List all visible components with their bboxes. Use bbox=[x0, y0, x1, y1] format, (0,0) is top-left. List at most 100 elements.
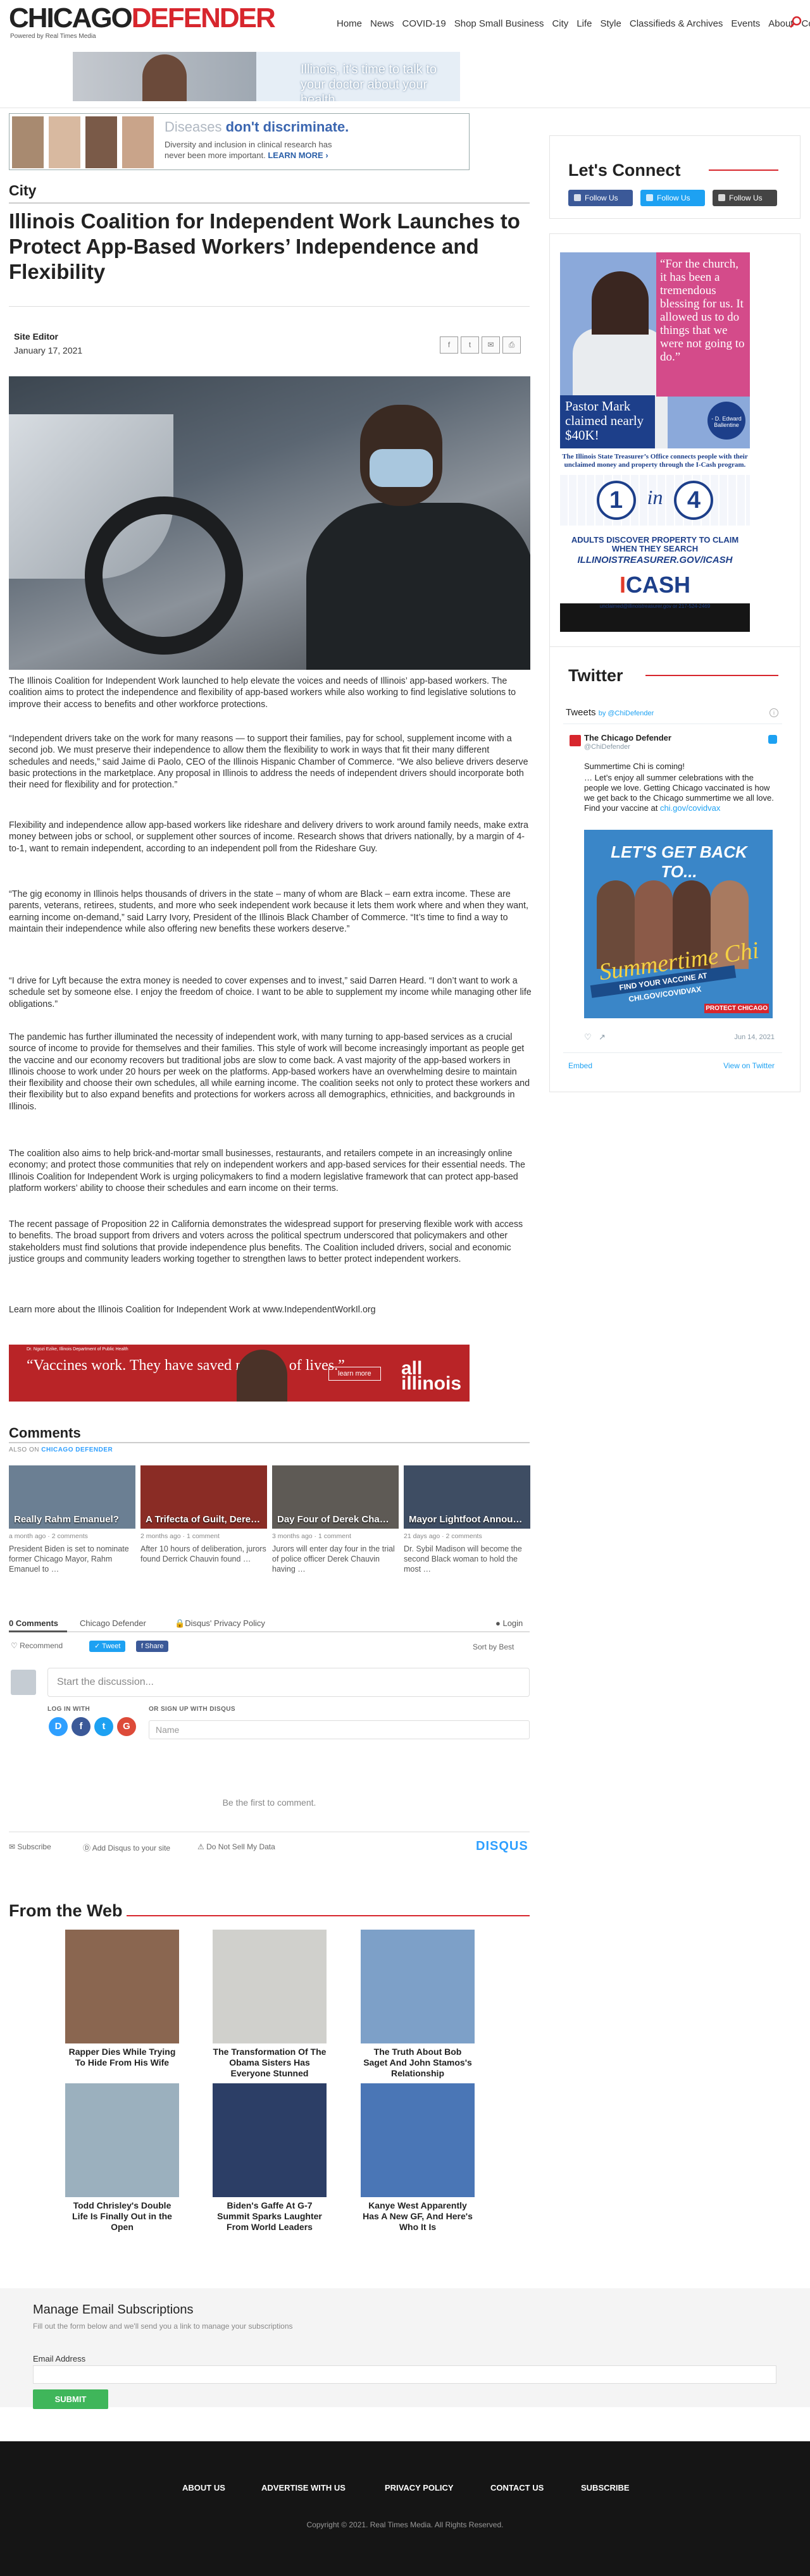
print-icon[interactable]: ⎙ bbox=[502, 336, 521, 354]
share-icon[interactable]: ↗ bbox=[599, 1032, 606, 1042]
share-buttons: f t ✉ ⎙ bbox=[440, 336, 521, 354]
related-card[interactable]: A Trifecta of Guilt, Derek Chauvin … 2 m… bbox=[140, 1465, 267, 1564]
tweet-author[interactable]: The Chicago Defender bbox=[584, 733, 671, 743]
nav-contact[interactable]: Contact bbox=[801, 18, 810, 29]
nav-life[interactable]: Life bbox=[576, 18, 592, 29]
avatar[interactable] bbox=[570, 735, 581, 746]
instagram-follow-button[interactable]: Follow Us bbox=[713, 190, 777, 206]
nav-style[interactable]: Style bbox=[601, 18, 621, 29]
title-underline bbox=[127, 1915, 530, 1916]
learn-more-button[interactable]: learn more bbox=[328, 1367, 381, 1381]
diversity-ad-banner[interactable]: Diseases don't discriminate. Diversity a… bbox=[9, 113, 470, 170]
disqus-logo[interactable]: DISQUS bbox=[476, 1839, 528, 1854]
submit-button[interactable]: SUBMIT bbox=[33, 2389, 108, 2409]
disqus-login-icon[interactable]: D bbox=[49, 1717, 68, 1736]
community-tab[interactable]: Chicago Defender bbox=[80, 1618, 146, 1628]
info-icon[interactable]: i bbox=[770, 708, 778, 717]
tweets-header: Tweets by @ChiDefender bbox=[566, 707, 654, 718]
related-card[interactable]: Mayor Lightfoot Announces Dr. Sybil … 21… bbox=[404, 1465, 530, 1574]
login-link[interactable]: ● Login bbox=[495, 1618, 523, 1628]
ad-url: ILLINOISTREASURER.GOV/ICASH bbox=[577, 555, 733, 565]
sort-dropdown[interactable]: Sort by Best bbox=[473, 1642, 514, 1651]
like-icon[interactable]: ♡ bbox=[584, 1032, 592, 1042]
tweet-image[interactable]: LET'S GET BACK TO... Summertime Chi FIND… bbox=[584, 830, 773, 1018]
card-text: Dr. Sybil Madison will become the second… bbox=[404, 1544, 522, 1574]
card-title: The Truth About Bob Saget And John Stamo… bbox=[363, 2047, 472, 2078]
ad-headline: Diseases don't discriminate. bbox=[165, 119, 349, 135]
do-not-sell-link[interactable]: ⚠ Do Not Sell My Data bbox=[197, 1842, 275, 1851]
facebook-login-icon[interactable]: f bbox=[72, 1717, 90, 1736]
title-underline bbox=[645, 675, 778, 676]
facebook-follow-button[interactable]: Follow Us bbox=[568, 190, 633, 206]
search-icon[interactable] bbox=[788, 15, 802, 29]
comment-input[interactable]: Start the discussion... bbox=[47, 1668, 530, 1697]
article-paragraph[interactable]: Learn more about the Illinois Coalition … bbox=[9, 1304, 532, 1316]
tweet-handle[interactable]: @ChiDefender bbox=[584, 743, 630, 751]
icash-ad[interactable]: “For the church, it has been a tremendou… bbox=[560, 252, 750, 632]
subscribe-link[interactable]: ✉ Subscribe bbox=[9, 1842, 51, 1851]
facebook-icon[interactable]: f bbox=[440, 336, 458, 354]
footer-advertise-link[interactable]: ADVERTISE WITH US bbox=[261, 2483, 346, 2493]
related-card[interactable]: Really Rahm Emanuel? a month ago · 2 com… bbox=[9, 1465, 135, 1574]
facebook-share-button[interactable]: f Share bbox=[136, 1641, 169, 1652]
nav-events[interactable]: Events bbox=[731, 18, 760, 29]
article-author[interactable]: Site Editor bbox=[14, 331, 58, 342]
empty-comments-text: Be the first to comment. bbox=[222, 1797, 316, 1808]
comment-count-tab[interactable]: 0 Comments bbox=[9, 1618, 58, 1628]
sponsored-card[interactable]: Biden's Gaffe At G-7 Summit Sparks Laugh… bbox=[213, 2083, 327, 2233]
embed-link[interactable]: Embed bbox=[568, 1061, 592, 1070]
tweet-button[interactable]: ✓ Tweet bbox=[89, 1641, 126, 1652]
recommend-button[interactable]: ♡ Recommend bbox=[11, 1641, 63, 1650]
email-label: Email Address bbox=[33, 2354, 86, 2363]
ad-photo bbox=[85, 116, 117, 168]
site-logo[interactable]: CHICAGODEFENDER bbox=[9, 4, 276, 33]
add-disqus-link[interactable]: Ⓓ Add Disqus to your site bbox=[83, 1842, 170, 1853]
facebook-icon bbox=[574, 194, 581, 201]
footer-privacy-link[interactable]: PRIVACY POLICY bbox=[385, 2483, 454, 2493]
email-icon[interactable]: ✉ bbox=[482, 336, 500, 354]
article-paragraph: “Independent drivers take on the work fo… bbox=[9, 734, 528, 791]
footer-contact-link[interactable]: CONTACT US bbox=[490, 2483, 544, 2493]
nav-covid[interactable]: COVID-19 bbox=[402, 18, 446, 29]
sponsored-card[interactable]: The Truth About Bob Saget And John Stamo… bbox=[361, 1930, 475, 2079]
twitter-follow-button[interactable]: Follow Us bbox=[640, 190, 705, 206]
card-meta: 21 days ago · 2 comments bbox=[404, 1532, 482, 1540]
nav-shop-small[interactable]: Shop Small Business bbox=[454, 18, 544, 29]
privacy-link[interactable]: 🔒Disqus' Privacy Policy bbox=[175, 1618, 265, 1629]
related-card[interactable]: Day Four of Derek Chauvin Follows … 3 mo… bbox=[272, 1465, 399, 1574]
card-meta: 3 months ago · 1 comment bbox=[272, 1532, 351, 1540]
image-badge: PROTECT CHICAGO bbox=[704, 1004, 769, 1013]
view-on-twitter-link[interactable]: View on Twitter bbox=[723, 1061, 775, 1070]
card-image bbox=[213, 1930, 327, 2043]
footer-about-link[interactable]: ABOUT US bbox=[182, 2483, 225, 2493]
email-input[interactable] bbox=[33, 2365, 776, 2384]
footer-subscribe-link[interactable]: SUBSCRIBE bbox=[581, 2483, 630, 2493]
nav-city[interactable]: City bbox=[552, 18, 568, 29]
twitter-icon: ✓ bbox=[94, 1642, 101, 1650]
sponsored-card[interactable]: Rapper Dies While Trying To Hide From Hi… bbox=[65, 1930, 179, 2068]
tweet-link[interactable]: chi.gov/covidvax bbox=[660, 803, 720, 813]
sponsored-card[interactable]: The Transformation Of The Obama Sisters … bbox=[213, 1930, 327, 2079]
tweet-date[interactable]: Jun 14, 2021 bbox=[734, 1033, 775, 1041]
tweet-body: … Let’s enjoy all summer celebrations wi… bbox=[584, 773, 774, 813]
lock-icon: 🔒 bbox=[175, 1618, 185, 1628]
nav-classifieds[interactable]: Classifieds & Archives bbox=[630, 18, 723, 29]
vaccine-ad-banner[interactable]: Dr. Ngozi Ezike, Illinois Department of … bbox=[9, 1345, 470, 1402]
twitter-icon bbox=[646, 194, 653, 201]
twitter-login-icon[interactable]: t bbox=[94, 1717, 113, 1736]
top-ad-banner[interactable]: Illinois, it's time to talk to your doct… bbox=[73, 52, 460, 101]
twitter-icon[interactable]: t bbox=[461, 336, 479, 354]
nav-home[interactable]: Home bbox=[337, 18, 362, 29]
article-paragraph: The coalition also aims to help brick-an… bbox=[9, 1149, 525, 1193]
divider bbox=[9, 1631, 530, 1632]
nav-news[interactable]: News bbox=[370, 18, 394, 29]
google-login-icon[interactable]: G bbox=[117, 1717, 136, 1736]
card-title: Biden's Gaffe At G-7 Summit Sparks Laugh… bbox=[217, 2200, 322, 2232]
ad-tagline: The Illinois State Treasurer’s Office co… bbox=[562, 453, 748, 469]
sponsored-card[interactable]: Todd Chrisley's Double Life Is Finally O… bbox=[65, 2083, 179, 2233]
article-category[interactable]: City bbox=[9, 182, 36, 199]
divider bbox=[563, 1052, 782, 1053]
name-input[interactable]: Name bbox=[149, 1720, 530, 1739]
card-text: President Biden is set to nominate forme… bbox=[9, 1544, 129, 1574]
sponsored-card[interactable]: Kanye West Apparently Has A New GF, And … bbox=[361, 2083, 475, 2233]
